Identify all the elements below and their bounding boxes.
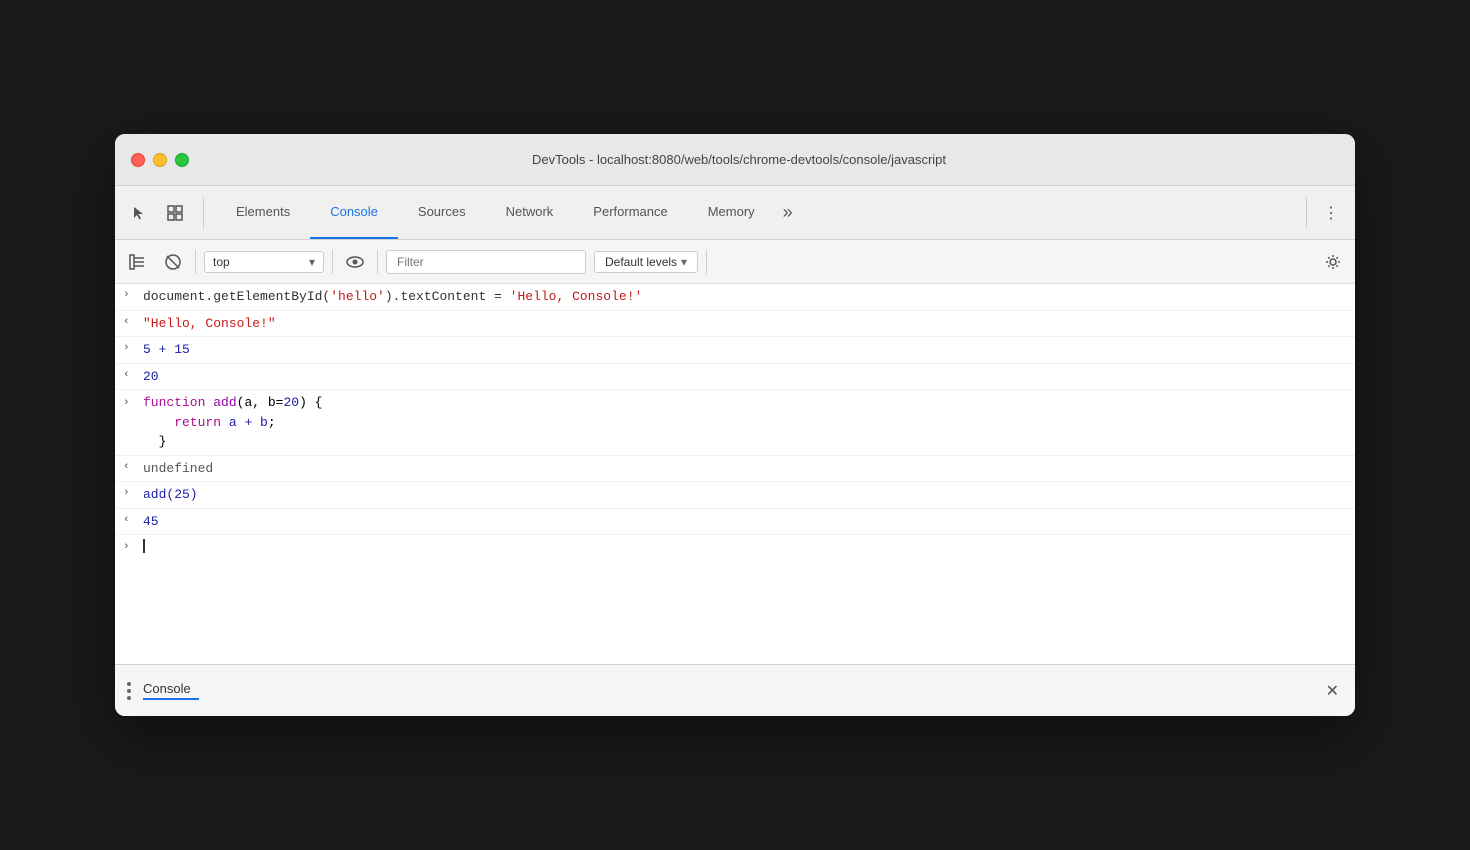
line-content: "Hello, Console!" [143,314,1347,334]
tab-elements[interactable]: Elements [216,186,310,239]
cursor-icon-btn[interactable] [123,197,155,229]
input-arrow: › [123,485,143,499]
line-content: add(25) [143,485,1347,505]
output-arrow: ‹ [123,512,143,526]
toolbar-divider-4 [706,250,707,274]
line-content: function add(a, b=20) { return a + b; } [143,393,1347,452]
tab-sources[interactable]: Sources [398,186,486,239]
console-line: ‹ 45 [115,509,1355,536]
no-entry-icon [165,254,181,270]
inspect-icon [167,205,183,221]
line-content: document.getElementById('hello').textCon… [143,287,1347,307]
toolbar-divider-3 [377,250,378,274]
input-arrow: › [123,395,143,409]
inspect-icon-btn[interactable] [159,197,191,229]
tab-performance[interactable]: Performance [573,186,687,239]
console-line: ‹ 20 [115,364,1355,391]
tabbar-icons [123,197,204,229]
console-toolbar: top ▾ Default levels ▾ [115,240,1355,284]
no-entry-button[interactable] [159,248,187,276]
context-selector[interactable]: top ▾ [204,251,324,273]
tab-network[interactable]: Network [486,186,574,239]
log-levels-button[interactable]: Default levels ▾ [594,251,698,273]
eye-icon-btn[interactable] [341,248,369,276]
console-line: ‹ "Hello, Console!" [115,311,1355,338]
drawer-handle[interactable] [127,682,131,700]
input-arrow: › [123,340,143,354]
line-content: 45 [143,512,1347,532]
input-arrow: › [123,287,143,301]
tabbar-divider [1306,198,1307,228]
toolbar-divider-1 [195,250,196,274]
devtools-settings-button[interactable]: ⋮ [1315,197,1347,229]
drawer-title: Console [143,681,199,696]
gear-icon [1325,254,1341,270]
console-line: › 5 + 15 [115,337,1355,364]
titlebar: DevTools - localhost:8080/web/tools/chro… [115,134,1355,186]
tab-memory[interactable]: Memory [688,186,775,239]
cursor-icon [131,205,147,221]
more-tabs-button[interactable]: » [775,186,801,239]
console-input[interactable] [143,539,145,554]
sidebar-icon [129,254,145,270]
line-content: 20 [143,367,1347,387]
line-content: 5 + 15 [143,340,1347,360]
console-line: › document.getElementById('hello').textC… [115,284,1355,311]
drawer-underline [143,698,199,700]
toolbar-right [1319,248,1347,276]
window-title: DevTools - localhost:8080/web/tools/chro… [139,152,1339,167]
prompt-arrow: › [123,539,143,553]
tabbar: Elements Console Sources Network Perform… [115,186,1355,240]
clear-console-button[interactable] [123,248,151,276]
output-arrow: ‹ [123,367,143,381]
bottom-drawer: Console ✕ [115,664,1355,716]
console-output: › document.getElementById('hello').textC… [115,284,1355,664]
devtools-window: DevTools - localhost:8080/web/tools/chro… [115,134,1355,716]
console-line: ‹ undefined [115,456,1355,483]
drawer-close-button[interactable]: ✕ [1322,677,1343,705]
line-content: undefined [143,459,1347,479]
output-arrow: ‹ [123,459,143,473]
console-line: › add(25) [115,482,1355,509]
toolbar-divider-2 [332,250,333,274]
console-settings-button[interactable] [1319,248,1347,276]
tabs: Elements Console Sources Network Perform… [216,186,1298,239]
console-line: › function add(a, b=20) { return a + b; … [115,390,1355,456]
filter-input[interactable] [386,250,586,274]
console-input-line[interactable]: › [115,535,1355,557]
tab-console[interactable]: Console [310,186,398,239]
eye-icon [346,253,364,271]
output-arrow: ‹ [123,314,143,328]
drawer-label-wrap: Console [143,681,199,700]
